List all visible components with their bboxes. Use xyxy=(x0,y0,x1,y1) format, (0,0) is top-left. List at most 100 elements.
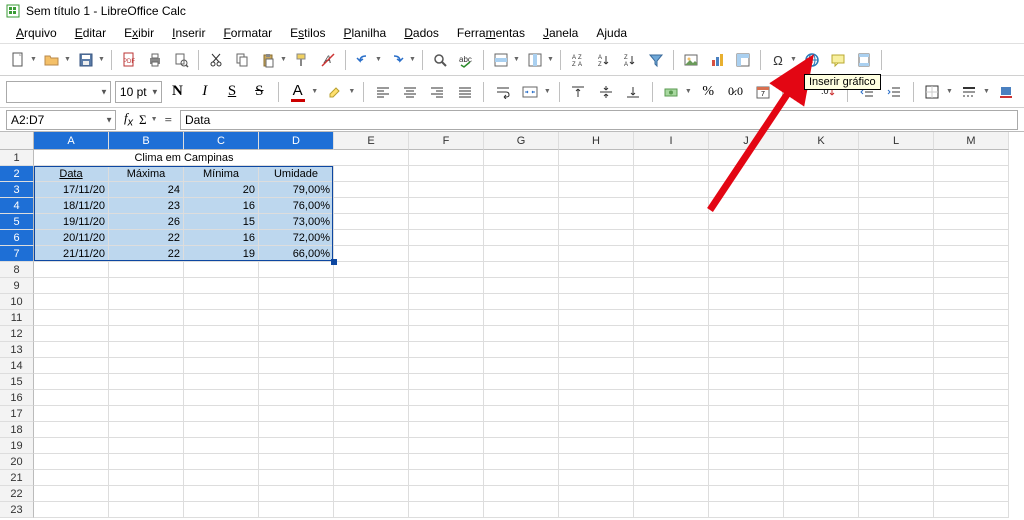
cell-C8[interactable] xyxy=(184,262,259,278)
cell-C21[interactable] xyxy=(184,470,259,486)
cell-L7[interactable] xyxy=(859,246,934,262)
cell-F4[interactable] xyxy=(409,198,484,214)
cell-M20[interactable] xyxy=(934,454,1009,470)
sort-icon[interactable]: AZZA xyxy=(566,48,590,72)
cell-F13[interactable] xyxy=(409,342,484,358)
cell-G13[interactable] xyxy=(484,342,559,358)
cell-A16[interactable] xyxy=(34,390,109,406)
font-size-combo[interactable]: 10 pt▼ xyxy=(115,81,162,103)
sort-asc-icon[interactable]: AZ xyxy=(592,48,616,72)
row-header-8[interactable]: 8 xyxy=(0,262,34,278)
menu-editar[interactable]: Editar xyxy=(67,24,114,42)
cell-E10[interactable] xyxy=(334,294,409,310)
cell-L12[interactable] xyxy=(859,326,934,342)
menu-arquivo[interactable]: Arquivo xyxy=(8,24,65,42)
cell-M21[interactable] xyxy=(934,470,1009,486)
clear-format-icon[interactable]: A xyxy=(316,48,340,72)
cell-J4[interactable] xyxy=(709,198,784,214)
cell-C3[interactable]: 20 xyxy=(184,182,259,198)
currency-icon[interactable] xyxy=(660,80,683,104)
dropdown-icon[interactable]: ▼ xyxy=(547,56,555,63)
row-header-14[interactable]: 14 xyxy=(0,358,34,374)
cell-E14[interactable] xyxy=(334,358,409,374)
font-color-icon[interactable]: A xyxy=(286,80,309,104)
cell-I17[interactable] xyxy=(634,406,709,422)
dropdown-icon[interactable]: ▼ xyxy=(513,56,521,63)
cell-G9[interactable] xyxy=(484,278,559,294)
border-color-icon[interactable] xyxy=(995,80,1018,104)
cell-H3[interactable] xyxy=(559,182,634,198)
cell-L23[interactable] xyxy=(859,502,934,518)
cell-A8[interactable] xyxy=(34,262,109,278)
row-header-18[interactable]: 18 xyxy=(0,422,34,438)
row-header-19[interactable]: 19 xyxy=(0,438,34,454)
highlight-icon[interactable] xyxy=(323,80,346,104)
dropdown-icon[interactable]: ▼ xyxy=(409,56,417,63)
cell-E4[interactable] xyxy=(334,198,409,214)
cell-A11[interactable] xyxy=(34,310,109,326)
cell-C5[interactable]: 15 xyxy=(184,214,259,230)
cell-D11[interactable] xyxy=(259,310,334,326)
row-header-20[interactable]: 20 xyxy=(0,454,34,470)
col-header-M[interactable]: M xyxy=(934,132,1009,150)
cell-I3[interactable] xyxy=(634,182,709,198)
cell-M23[interactable] xyxy=(934,502,1009,518)
cell-M18[interactable] xyxy=(934,422,1009,438)
cell-H6[interactable] xyxy=(559,230,634,246)
cell-F23[interactable] xyxy=(409,502,484,518)
formula-input[interactable]: Data xyxy=(180,110,1018,130)
col-header-B[interactable]: B xyxy=(109,132,184,150)
row-header-11[interactable]: 11 xyxy=(0,310,34,326)
cell-J21[interactable] xyxy=(709,470,784,486)
cell-K3[interactable] xyxy=(784,182,859,198)
cell-F3[interactable] xyxy=(409,182,484,198)
row-header-23[interactable]: 23 xyxy=(0,502,34,518)
cell-A20[interactable] xyxy=(34,454,109,470)
cell-D2[interactable]: Umidade xyxy=(259,166,334,182)
cell-I6[interactable] xyxy=(634,230,709,246)
cell-H14[interactable] xyxy=(559,358,634,374)
cell-J10[interactable] xyxy=(709,294,784,310)
cell-G17[interactable] xyxy=(484,406,559,422)
valign-top-icon[interactable] xyxy=(567,80,590,104)
cell-D8[interactable] xyxy=(259,262,334,278)
cell-J7[interactable] xyxy=(709,246,784,262)
cell-C2[interactable]: Mínima xyxy=(184,166,259,182)
cell-B13[interactable] xyxy=(109,342,184,358)
menu-ajuda[interactable]: Ajuda xyxy=(588,24,635,42)
cell-J5[interactable] xyxy=(709,214,784,230)
cell-J19[interactable] xyxy=(709,438,784,454)
cell-A6[interactable]: 20/11/20 xyxy=(34,230,109,246)
cell-E7[interactable] xyxy=(334,246,409,262)
cell-E16[interactable] xyxy=(334,390,409,406)
cell-E2[interactable] xyxy=(334,166,409,182)
cell-L2[interactable] xyxy=(859,166,934,182)
cell-B7[interactable]: 22 xyxy=(109,246,184,262)
redo-icon[interactable] xyxy=(385,48,409,72)
col-header-K[interactable]: K xyxy=(784,132,859,150)
cell-I5[interactable] xyxy=(634,214,709,230)
font-name-combo[interactable]: ▼ xyxy=(6,81,111,103)
spreadsheet-grid[interactable]: 1234567891011121314151617181920212223 AB… xyxy=(0,132,1024,518)
cell-E6[interactable] xyxy=(334,230,409,246)
cell-A18[interactable] xyxy=(34,422,109,438)
border-style-icon[interactable] xyxy=(958,80,981,104)
row-header-16[interactable]: 16 xyxy=(0,390,34,406)
row-header-15[interactable]: 15 xyxy=(0,374,34,390)
cell-D13[interactable] xyxy=(259,342,334,358)
spellcheck-icon[interactable]: abc xyxy=(454,48,478,72)
cell-G2[interactable] xyxy=(484,166,559,182)
sum-icon[interactable]: Σ xyxy=(139,112,147,128)
cell-A2[interactable]: Data xyxy=(34,166,109,182)
comment-icon[interactable] xyxy=(826,48,850,72)
cell-G23[interactable] xyxy=(484,502,559,518)
cell-K6[interactable] xyxy=(784,230,859,246)
cell-D21[interactable] xyxy=(259,470,334,486)
cell-M22[interactable] xyxy=(934,486,1009,502)
cell-H19[interactable] xyxy=(559,438,634,454)
cell-D18[interactable] xyxy=(259,422,334,438)
cell-G22[interactable] xyxy=(484,486,559,502)
col-header-L[interactable]: L xyxy=(859,132,934,150)
cell-B22[interactable] xyxy=(109,486,184,502)
borders-icon[interactable] xyxy=(921,80,944,104)
